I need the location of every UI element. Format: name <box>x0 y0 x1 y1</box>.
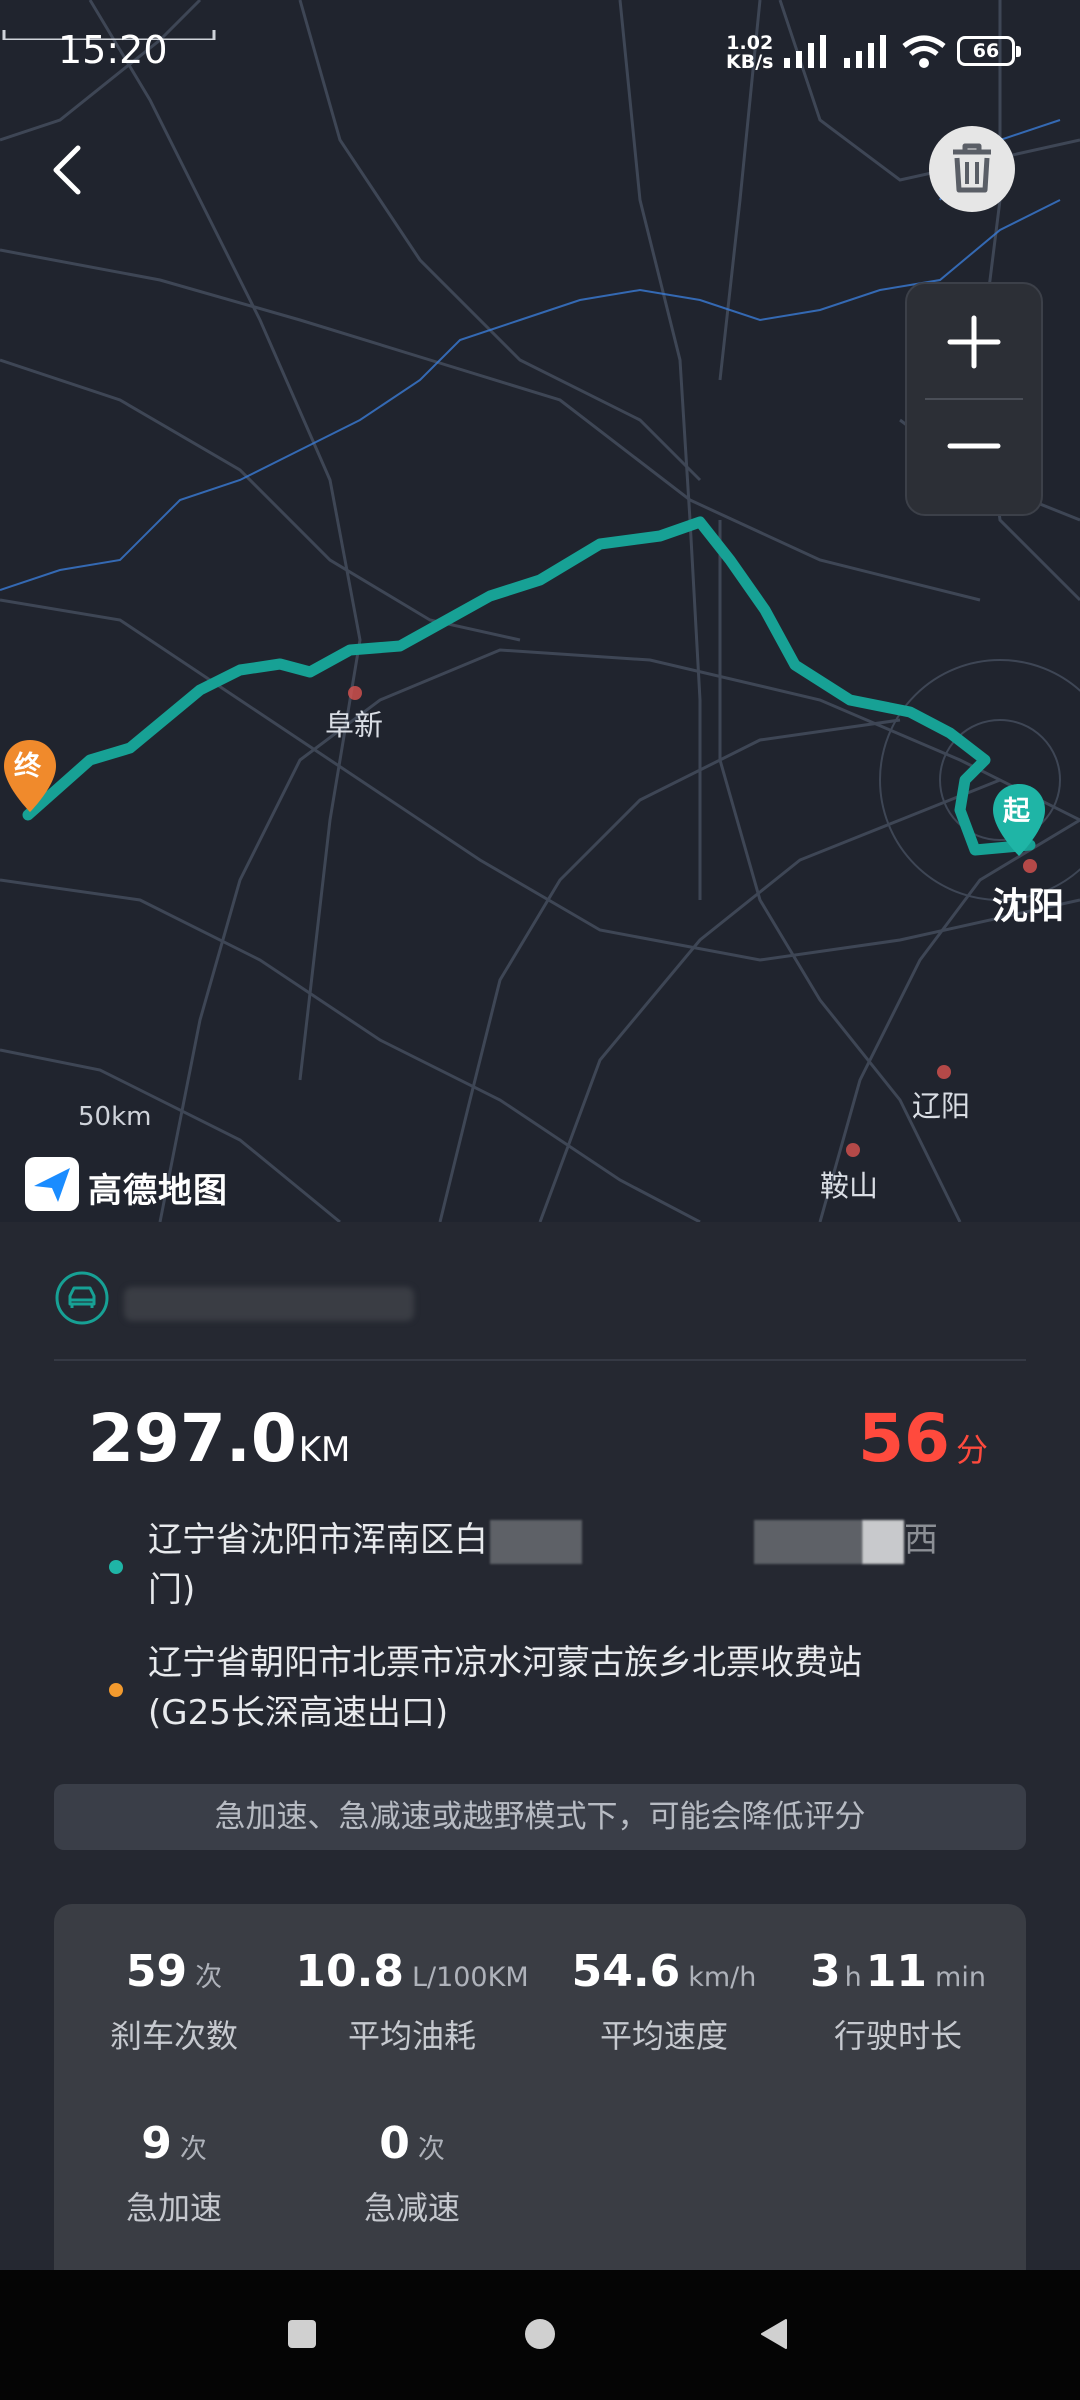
stat-brake-count: 59 次 刹车次数 <box>64 1946 284 2057</box>
city-label-liaoyang: 辽阳 <box>912 1089 971 1123</box>
stat-value: 9 <box>141 2118 172 2169</box>
stat-unit-2: min <box>935 1962 986 1993</box>
start-address-tail: 西 <box>904 1520 938 1560</box>
stat-label: 行驶时长 <box>833 2017 962 2055</box>
redacted-block-2 <box>754 1519 862 1564</box>
wifi-icon <box>902 35 946 68</box>
trip-score-value: 56 <box>858 1400 950 1477</box>
zoom-in-button[interactable] <box>907 284 1041 399</box>
system-nav-bar <box>0 2270 1080 2400</box>
stat-avg-speed: 54.6 km/h 平均速度 <box>554 1946 774 2057</box>
stat-unit: L/100KM <box>411 1962 529 1993</box>
delete-button[interactable] <box>929 126 1015 212</box>
battery-indicator: 66 <box>957 36 1021 66</box>
zoom-out-button[interactable] <box>907 400 1041 515</box>
status-time: 15:20 <box>58 28 168 72</box>
signal-icon <box>784 35 826 68</box>
start-address: 辽宁省沈阳市浑南区白 西 门) <box>148 1515 948 1615</box>
trip-distance-value: 297.0 <box>88 1400 297 1477</box>
minus-icon <box>947 443 1001 449</box>
trip-score-unit: 分 <box>955 1431 988 1469</box>
trip-score: 56 分 <box>858 1400 988 1477</box>
stat-value-2: 11 <box>865 1946 928 1997</box>
end-address-line2: (G25长深高速出口) <box>148 1693 449 1733</box>
trip-stats-panel: 59 次 刹车次数 10.8 L/100KM 平均油耗 54.6 km/h 平均速度 … <box>54 1904 1026 2284</box>
network-speed: 1.02 KB/s <box>726 34 773 72</box>
stat-label: 平均油耗 <box>347 2017 476 2055</box>
map-roads <box>0 0 1080 1222</box>
zoom-control <box>905 282 1043 516</box>
end-address: 辽宁省朝阳市北票市凉水河蒙古族乡北票收费站 (G25长深高速出口) <box>148 1638 948 1738</box>
start-address-text: 辽宁省沈阳市浑南区白 <box>148 1520 488 1560</box>
back-arrow-icon[interactable] <box>40 140 100 200</box>
plus-icon <box>947 315 1001 369</box>
stat-label: 平均速度 <box>599 2017 728 2055</box>
start-dot <box>109 1560 123 1574</box>
stat-label: 急减速 <box>363 2189 460 2227</box>
stat-unit: 次 <box>195 1962 223 1993</box>
stat-label: 急加速 <box>125 2189 222 2227</box>
city-label-fuxin: 阜新 <box>325 708 384 742</box>
trash-icon <box>953 143 991 193</box>
trip-distance-unit: KM <box>298 1430 351 1470</box>
back-nav-icon[interactable] <box>758 2318 790 2350</box>
stat-value: 54.6 <box>571 1946 681 1997</box>
end-marker-label: 终 <box>14 751 41 782</box>
stat-unit: h <box>844 1962 862 1993</box>
city-label-anshan: 鞍山 <box>820 1169 879 1203</box>
vehicle-name-redacted <box>124 1287 414 1321</box>
city-label-shenyang: 沈阳 <box>992 886 1065 927</box>
stat-value: 3 <box>810 1946 841 1997</box>
stat-value: 59 <box>125 1946 188 1997</box>
stat-avg-fuel: 10.8 L/100KM 平均油耗 <box>282 1946 542 2057</box>
start-address-line2: 门) <box>148 1570 196 1610</box>
stat-duration: 3 h11 min 行驶时长 <box>778 1946 1018 2057</box>
stat-unit: km/h <box>688 1962 757 1993</box>
car-icon <box>55 1271 109 1325</box>
stat-hard-brake: 0次 急减速 <box>302 2118 522 2229</box>
end-dot <box>109 1683 123 1697</box>
network-speed-unit: KB/s <box>726 51 774 73</box>
map-scale-text: 50km <box>78 1102 152 1132</box>
start-marker-label: 起 <box>1003 796 1030 827</box>
trip-distance: 297.0KM <box>88 1400 350 1477</box>
header-divider <box>54 1359 1026 1361</box>
redacted-block-3 <box>862 1519 904 1564</box>
home-icon[interactable] <box>523 2317 557 2351</box>
stat-unit: 次 <box>179 2134 207 2165</box>
route-map[interactable]: 终 起 阜新 沈阳 辽阳 鞍山 50km 高德地图 <box>0 0 1080 1222</box>
amap-logo-text: 高德地图 <box>88 1171 228 1211</box>
stat-hard-accel: 9次 急加速 <box>64 2118 284 2229</box>
route-line <box>22 516 1036 856</box>
score-notice: 急加速、急减速或越野模式下，可能会降低评分 <box>54 1784 1026 1850</box>
redacted-block <box>490 1519 582 1564</box>
signal-icon-2 <box>844 35 886 68</box>
stat-unit: 次 <box>417 2134 445 2165</box>
stat-label: 刹车次数 <box>109 2017 238 2055</box>
stat-value: 0 <box>379 2118 410 2169</box>
end-address-text: 辽宁省朝阳市北票市凉水河蒙古族乡北票收费站 <box>148 1643 862 1683</box>
stat-value: 10.8 <box>295 1946 404 1997</box>
recents-icon[interactable] <box>286 2318 318 2350</box>
amap-logo-icon <box>25 1157 79 1211</box>
status-bar: 15:20 1.02 KB/s 66 <box>0 0 1080 100</box>
